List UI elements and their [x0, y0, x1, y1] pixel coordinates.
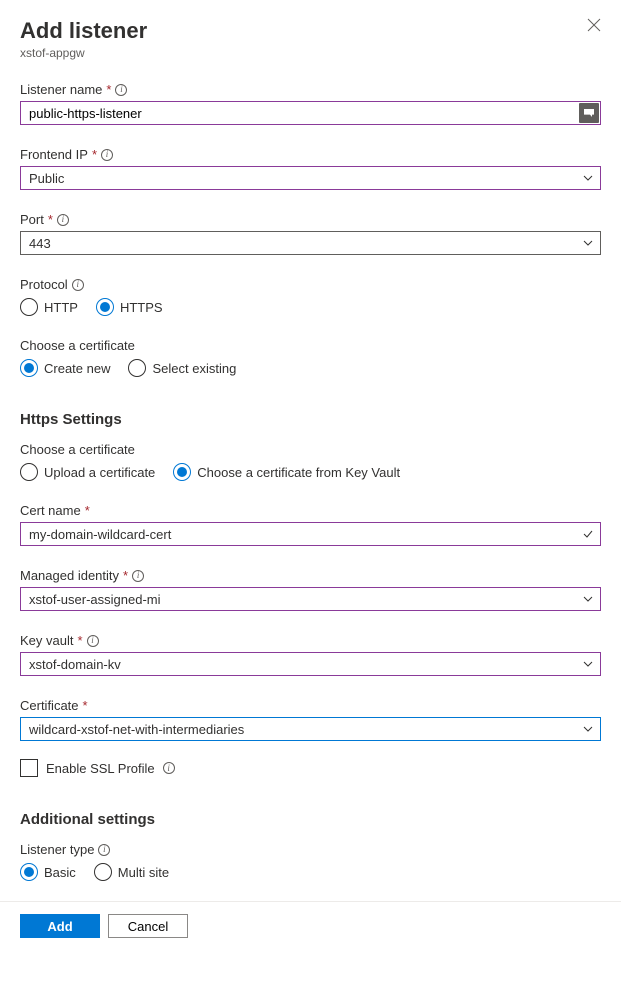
chevron-down-icon [582, 172, 594, 184]
radio-label: HTTP [44, 300, 78, 315]
certificate-label: Certificate* [20, 698, 601, 713]
frontend-ip-select[interactable]: Public [20, 166, 601, 190]
port-label: Port* i [20, 212, 601, 227]
enable-ssl-label: Enable SSL Profile [46, 761, 155, 776]
info-icon[interactable]: i [98, 844, 110, 856]
info-icon[interactable]: i [132, 570, 144, 582]
frontend-ip-label: Frontend IP* i [20, 147, 601, 162]
radio-label: Choose a certificate from Key Vault [197, 465, 400, 480]
chevron-down-icon [582, 593, 594, 605]
info-icon[interactable]: i [163, 762, 175, 774]
check-icon [582, 528, 594, 540]
port-select[interactable]: 443 [20, 231, 601, 255]
chevron-down-icon [582, 723, 594, 735]
cert-upload-radio[interactable]: Upload a certificate [20, 463, 155, 481]
radio-label: Create new [44, 361, 110, 376]
cert-keyvault-radio[interactable]: Choose a certificate from Key Vault [173, 463, 400, 481]
add-button[interactable]: Add [20, 914, 100, 938]
radio-label: Select existing [152, 361, 236, 376]
info-icon[interactable]: i [87, 635, 99, 647]
listener-type-multisite-radio[interactable]: Multi site [94, 863, 169, 881]
additional-settings-heading: Additional settings [20, 811, 601, 828]
cert-name-select[interactable]: my-domain-wildcard-cert [20, 522, 601, 546]
radio-label: HTTPS [120, 300, 163, 315]
managed-identity-select[interactable]: xstof-user-assigned-mi [20, 587, 601, 611]
info-icon[interactable]: i [101, 149, 113, 161]
managed-identity-label: Managed identity* i [20, 568, 601, 583]
cancel-button[interactable]: Cancel [108, 914, 188, 938]
key-vault-select[interactable]: xstof-domain-kv [20, 652, 601, 676]
radio-label: Multi site [118, 865, 169, 880]
protocol-http-radio[interactable]: HTTP [20, 298, 78, 316]
choose-cert-label: Choose a certificate [20, 338, 601, 353]
radio-label: Upload a certificate [44, 465, 155, 480]
close-icon[interactable] [587, 18, 601, 32]
info-icon[interactable]: i [72, 279, 84, 291]
key-vault-label: Key vault* i [20, 633, 601, 648]
listener-name-input[interactable] [20, 101, 601, 125]
protocol-label: Protocol i [20, 277, 601, 292]
cert-select-existing-radio[interactable]: Select existing [128, 359, 236, 377]
cert-create-new-radio[interactable]: Create new [20, 359, 110, 377]
listener-type-label: Listener type i [20, 842, 601, 857]
panel-title: Add listener [20, 18, 147, 44]
enable-ssl-checkbox[interactable] [20, 759, 38, 777]
info-icon[interactable]: i [115, 84, 127, 96]
choose-cert2-label: Choose a certificate [20, 442, 601, 457]
certificate-select[interactable]: wildcard-xstof-net-with-intermediaries [20, 717, 601, 741]
chevron-down-icon [582, 658, 594, 670]
autofill-icon[interactable] [579, 103, 599, 123]
listener-name-label: Listener name* i [20, 82, 601, 97]
resource-name: xstof-appgw [20, 46, 601, 60]
listener-type-basic-radio[interactable]: Basic [20, 863, 76, 881]
radio-label: Basic [44, 865, 76, 880]
info-icon[interactable]: i [57, 214, 69, 226]
protocol-https-radio[interactable]: HTTPS [96, 298, 163, 316]
cert-name-label: Cert name* [20, 503, 601, 518]
chevron-down-icon [582, 237, 594, 249]
https-settings-heading: Https Settings [20, 411, 601, 428]
